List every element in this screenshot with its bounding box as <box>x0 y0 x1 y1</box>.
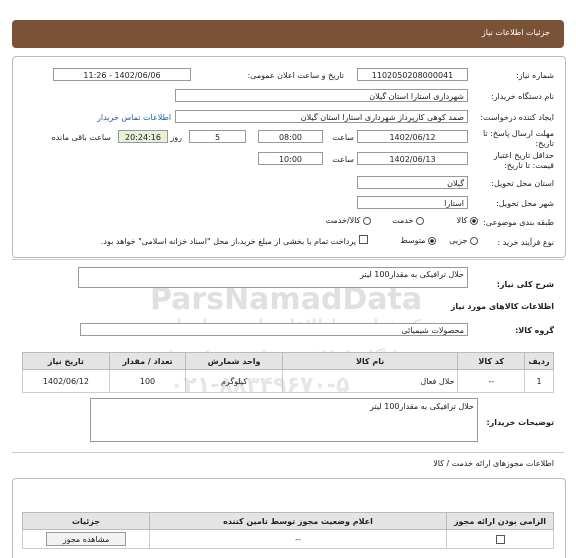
deadline-hour-label: ساعت <box>332 133 354 142</box>
cell-name: حلال فعال <box>281 369 459 393</box>
col-name: نام کالا <box>281 352 459 370</box>
category-radio-goods-service[interactable]: کالا/خدمت <box>326 216 371 225</box>
announce-label: تاریخ و ساعت اعلان عمومی: <box>247 71 344 80</box>
buyer-notes-field: حلال ترافیکی به مقدار100 لیتر <box>90 398 478 442</box>
remaining-time-field: 20:24:16 <box>118 130 168 143</box>
city-field: استارا <box>357 196 468 209</box>
permits-table-header: الزامی بودن ارائه مجوز اعلام وضعیت مجوز … <box>22 512 554 530</box>
col-status: اعلام وضعیت مجوز توسط تامین کننده <box>149 512 447 530</box>
remaining-time-label: ساعت باقی مانده <box>51 133 111 142</box>
buyer-org-field: شهرداری استارا استان گیلان <box>175 89 468 102</box>
col-details: جزئیات <box>22 512 150 530</box>
cell-details: مشاهده مجوز <box>22 529 150 549</box>
deadline-date-field: 1402/06/12 <box>357 130 468 143</box>
table-row: -- مشاهده مجوز <box>22 529 554 549</box>
goods-group-label: گروه کالا: <box>515 326 554 335</box>
divider <box>12 259 564 260</box>
need-number-field: 1102050208000041 <box>357 68 468 81</box>
treasury-payment-note: پرداخت تمام یا بخشی از مبلغ خرید،از محل … <box>100 237 356 246</box>
buyer-notes-label: توضیحات خریدار: <box>486 418 554 427</box>
province-field: گیلان <box>357 176 468 189</box>
summary-field: حلال ترافیکی به مقدار100 لیتر <box>78 267 468 288</box>
need-number-label: شماره نیاز: <box>516 71 554 80</box>
col-date: تاریخ نیاز <box>22 352 110 370</box>
buyer-contact-link[interactable]: اطلاعات تماس خریدار <box>97 113 171 122</box>
page-title: جزئیات اطلاعات نیاز <box>481 28 550 37</box>
cell-status: -- <box>149 529 447 549</box>
days-field: 5 <box>189 130 246 143</box>
page-title-bar: جزئیات اطلاعات نیاز <box>12 20 564 48</box>
divider <box>12 452 564 453</box>
col-quantity: تعداد / مقدار <box>108 352 187 370</box>
creator-label: ایجاد کننده درخواست: <box>480 113 554 122</box>
validity-hour-label: ساعت <box>332 155 354 164</box>
cell-unit: کیلوگرم <box>185 369 283 393</box>
radio-empty-icon <box>470 236 478 245</box>
process-radio-minor[interactable]: جزیی <box>449 236 478 245</box>
services-section-title: اطلاعات مجوزهای ارائه خدمت / کالا <box>433 459 554 468</box>
summary-label: شرح کلی نیاز: <box>496 280 554 289</box>
validity-time-field: 10:00 <box>258 152 323 165</box>
deadline-time-field: 08:00 <box>258 130 323 143</box>
col-row: ردیف <box>524 352 554 370</box>
radio-empty-icon <box>416 216 424 225</box>
validity-label-2: قیمت: تا تاریخ: <box>504 161 554 170</box>
process-radio-medium[interactable]: متوسط <box>400 236 436 245</box>
radio-selected-icon <box>470 216 478 225</box>
city-label: شهر محل تحویل: <box>496 199 554 208</box>
treasury-payment-checkbox[interactable] <box>359 235 368 244</box>
cell-quantity: 100 <box>108 369 187 393</box>
cell-row: 1 <box>524 369 554 393</box>
announce-field: 1402/06/06 - 11:26 <box>53 68 191 81</box>
cell-code: -- <box>457 369 526 393</box>
buyer-org-label: نام دستگاه خریدار: <box>491 92 554 101</box>
validity-label-1: حداقل تاریخ اعتبار <box>493 151 554 160</box>
category-label: طبقه بندی موضوعی: <box>483 218 554 227</box>
validity-date-field: 1402/06/13 <box>357 152 468 165</box>
permits-table: الزامی بودن ارائه مجوز اعلام وضعیت مجوز … <box>22 512 554 549</box>
table-row[interactable]: 1 -- حلال فعال کیلوگرم 100 1402/06/12 <box>22 369 554 393</box>
items-table: ردیف کد کالا نام کالا واحد شمارش تعداد /… <box>22 352 554 393</box>
process-label: نوع فرآیند خرید : <box>497 238 554 247</box>
deadline-label-2: تاریخ: <box>535 139 554 148</box>
goods-section-title: اطلاعات کالاهای مورد نیاز <box>450 302 554 311</box>
required-checkbox <box>495 534 505 544</box>
category-radio-goods[interactable]: کالا <box>457 216 478 225</box>
goods-group-field: محصولات شیمیائی <box>80 323 468 336</box>
category-radio-service[interactable]: خدمت <box>392 216 424 225</box>
items-table-header: ردیف کد کالا نام کالا واحد شمارش تعداد /… <box>22 352 554 370</box>
radio-selected-icon <box>428 236 436 245</box>
creator-field: صمد کوهی کارپرداز شهرداری استارا استان گ… <box>175 110 468 123</box>
province-label: استان محل تحویل: <box>491 179 554 188</box>
radio-empty-icon <box>363 216 371 225</box>
deadline-label-1: مهلت ارسال پاسخ: تا <box>482 129 554 138</box>
col-unit: واحد شمارش <box>185 352 283 370</box>
cell-date: 1402/06/12 <box>22 369 110 393</box>
col-code: کد کالا <box>457 352 526 370</box>
view-permit-button[interactable]: مشاهده مجوز <box>46 532 126 546</box>
col-required: الزامی بودن ارائه مجوز <box>446 512 554 530</box>
cell-required <box>446 529 554 549</box>
